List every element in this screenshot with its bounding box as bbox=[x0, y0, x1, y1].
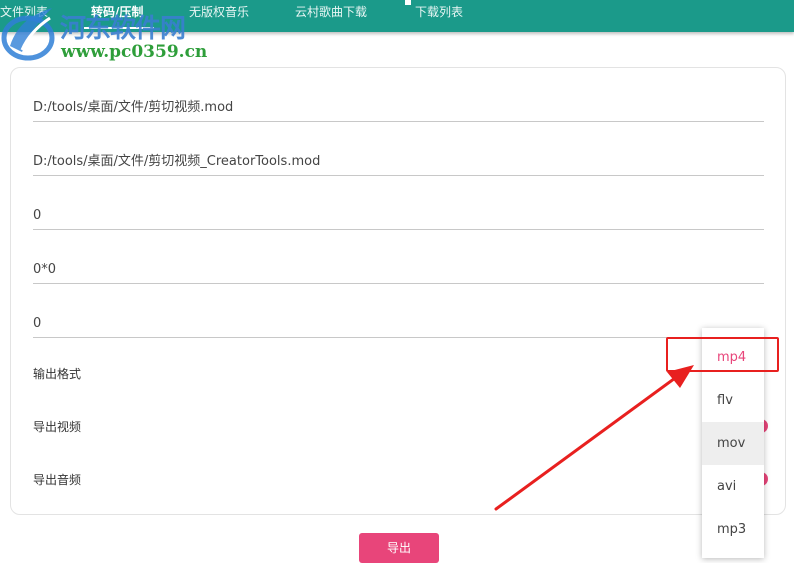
watermark-logo-icon bbox=[1, 8, 55, 61]
tab-free-music[interactable]: 无版权音乐 bbox=[189, 3, 249, 20]
output-format-label: 输出格式 bbox=[33, 367, 82, 381]
transcode-form-card bbox=[10, 67, 786, 515]
output-path-field[interactable]: D:/tools/桌面/文件/剪切视频_CreatorTools.mod bbox=[33, 148, 764, 176]
tab-download-list[interactable]: 下载列表 bbox=[415, 3, 463, 20]
input-path-field[interactable]: D:/tools/桌面/文件/剪切视频.mod bbox=[33, 94, 764, 122]
export-audio-label: 导出音频 bbox=[33, 473, 82, 487]
format-option-mov[interactable]: mov bbox=[702, 422, 764, 465]
numeric-field-1-value: 0 bbox=[33, 208, 42, 223]
format-option-avi[interactable]: avi bbox=[702, 465, 764, 508]
numeric-field-2[interactable]: 0 bbox=[33, 310, 764, 338]
numeric-field-1[interactable]: 0 bbox=[33, 202, 764, 230]
annotation-highlight-box bbox=[666, 337, 779, 372]
window-marker bbox=[405, 0, 411, 5]
watermark-site-name: 河东软件网 bbox=[60, 14, 186, 44]
input-path-value: D:/tools/桌面/文件/剪切视频.mod bbox=[33, 100, 234, 115]
resolution-field[interactable]: 0*0 bbox=[33, 256, 764, 284]
export-button[interactable]: 导出 bbox=[359, 533, 439, 563]
output-path-value: D:/tools/桌面/文件/剪切视频_CreatorTools.mod bbox=[33, 154, 321, 169]
format-option-flv[interactable]: flv bbox=[702, 379, 764, 422]
watermark-site-url: www.pc0359.cn bbox=[61, 42, 208, 62]
numeric-field-2-value: 0 bbox=[33, 316, 42, 331]
export-video-label: 导出视频 bbox=[33, 420, 82, 434]
tab-cloud-song-download[interactable]: 云村歌曲下载 bbox=[295, 3, 367, 20]
resolution-value: 0*0 bbox=[33, 262, 57, 277]
format-option-mp3[interactable]: mp3 bbox=[702, 508, 764, 551]
